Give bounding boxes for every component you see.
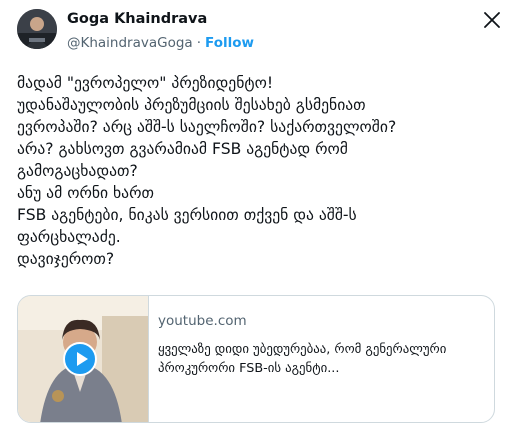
tweet-text-line: ევროპაში? არც აშშ-ს საელჩოში? საქართველო… (17, 118, 397, 136)
tweet-text-line: FSB აგენტები, ნიკას ვერსიით თქვენ და აშშ… (17, 206, 357, 224)
video-thumbnail[interactable] (18, 296, 149, 422)
tweet-text-line: არა? გახსოვთ გვარამიამ FSB აგენტად რომ (17, 140, 348, 158)
avatar[interactable] (17, 9, 57, 49)
card-domain: youtube.com (158, 313, 247, 329)
author-meta: @KhaindravaGoga · Follow (67, 35, 254, 51)
tweet-text-line: ფარცხალაძე. (17, 228, 121, 246)
x-logo-icon[interactable] (484, 12, 500, 28)
tweet-text-line: ანუ ამ ორნი ხართ (17, 184, 155, 202)
tweet-text: მადამ "ევროპელო" პრეზიდენტო! უდანაშაულობ… (17, 72, 507, 270)
separator-dot: · (196, 35, 202, 51)
card-title-line: პროკურორი FSB-ის აგენტი... (158, 361, 340, 376)
tweet-text-line: უდანაშაულობის პრეზუმციის შესახებ გსმენია… (17, 96, 366, 114)
tweet: Goga Khaindrava @KhaindravaGoga · Follow მ… (0, 0, 512, 427)
tweet-text-line: მადამ "ევროპელო" პრეზიდენტო! (17, 74, 274, 92)
card-title[interactable]: ყველაზე დიდი უბედურებაა, რომ გენერალური … (158, 340, 478, 378)
card-title-line: ყველაზე დიდი უბედურებაა, რომ გენერალური (158, 342, 447, 357)
play-icon[interactable] (63, 342, 97, 376)
author-name[interactable]: Goga Khaindrava (67, 11, 207, 27)
follow-button[interactable]: Follow (205, 35, 254, 51)
tweet-text-line: დავიჯეროთ? (17, 250, 115, 268)
link-preview-card[interactable]: youtube.com ყველაზე დიდი უბედურებაა, რომ… (17, 295, 495, 423)
tweet-text-line: გამოგაცხადათ? (17, 162, 138, 180)
author-handle[interactable]: @KhaindravaGoga (67, 35, 193, 51)
